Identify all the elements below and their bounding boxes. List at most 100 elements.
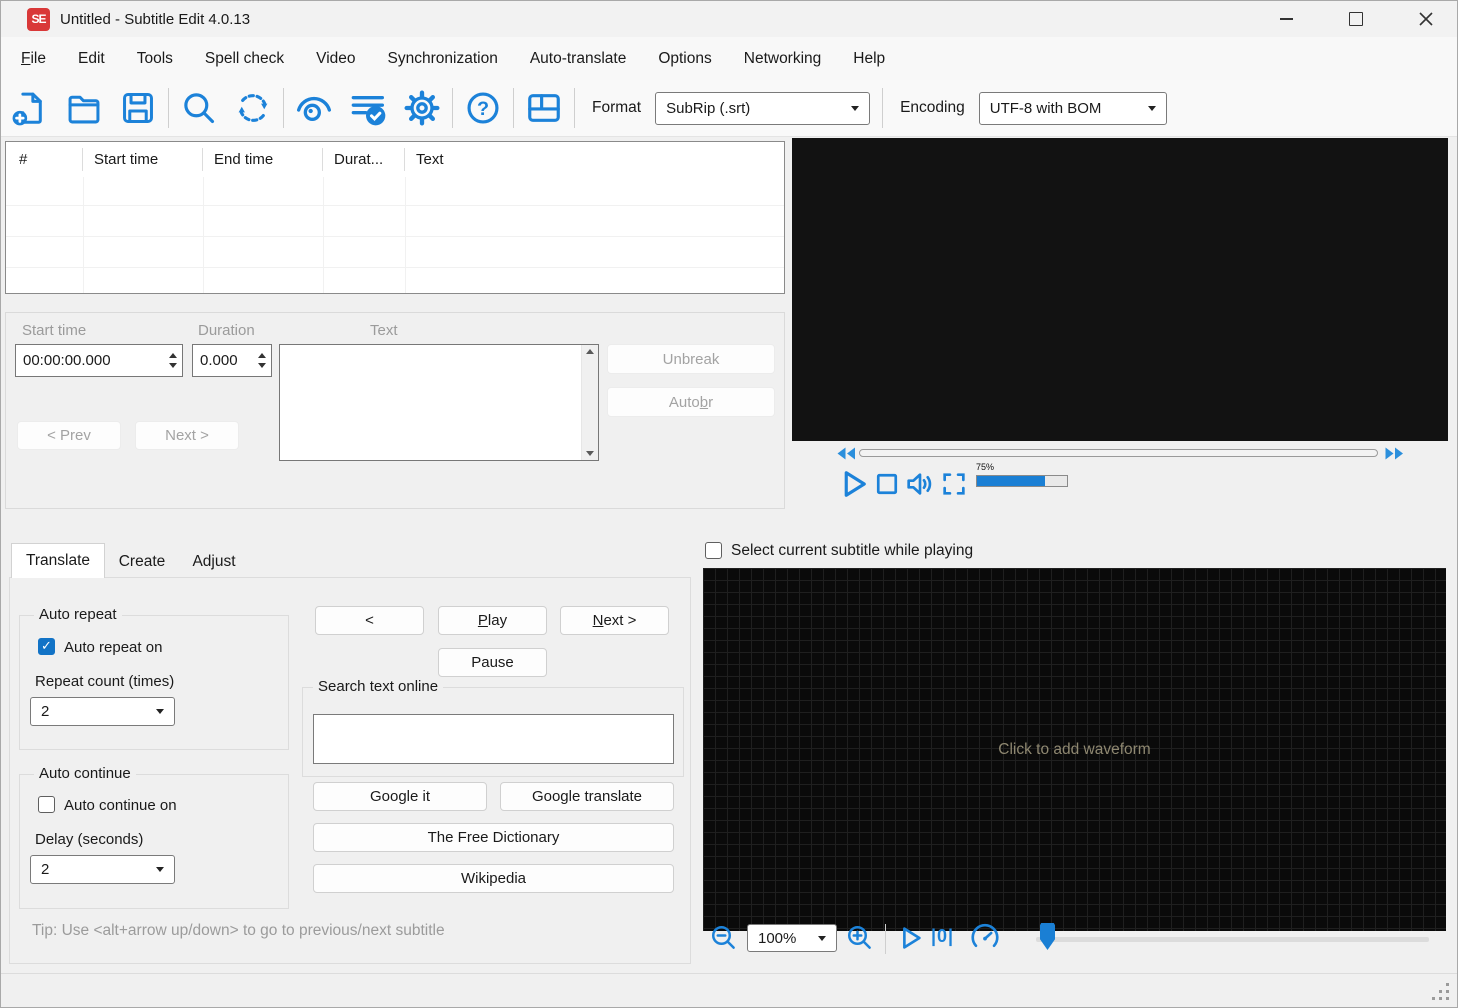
toolbar-separator	[283, 88, 284, 128]
tip-text: Tip: Use <alt+arrow up/down> to go to pr…	[32, 922, 445, 940]
menu-item[interactable]: Tools	[121, 50, 189, 68]
help-button[interactable]: ?	[456, 84, 510, 132]
waveform-zoom-in-button[interactable]	[845, 923, 875, 953]
encoding-select[interactable]: UTF-8 with BOM	[979, 92, 1167, 125]
close-button[interactable]	[1403, 1, 1449, 37]
menu-item[interactable]: Auto-translate	[514, 50, 643, 68]
column-header[interactable]: Durat...	[323, 142, 405, 177]
seek-back-icon[interactable]	[837, 447, 856, 460]
start-time-label: Start time	[22, 322, 86, 339]
spin-down-icon	[169, 363, 177, 368]
duration-spin-buttons[interactable]	[253, 345, 271, 376]
mute-button[interactable]	[904, 468, 936, 500]
play-video-button[interactable]	[835, 466, 871, 502]
toolbar-separator	[452, 88, 453, 128]
waveform-center-button[interactable]: |0|	[931, 926, 954, 947]
pause-button[interactable]: Pause	[438, 648, 547, 677]
resize-grip[interactable]	[1446, 997, 1449, 1000]
unbreak-button[interactable]: Unbreak	[607, 344, 775, 374]
text-scrollbar[interactable]	[581, 345, 598, 460]
waveform-display[interactable]: Click to add waveform	[703, 568, 1446, 931]
subtitle-list-header: #Start timeEnd timeDurat...Text	[6, 142, 784, 177]
encoding-value: UTF-8 with BOM	[990, 100, 1102, 117]
search-online-legend: Search text online	[313, 678, 443, 695]
open-file-button[interactable]	[57, 84, 111, 132]
visual-sync-icon	[294, 88, 334, 128]
next-subtitle-button[interactable]: Next >	[135, 421, 239, 450]
close-icon	[1418, 11, 1434, 27]
menu-item[interactable]: Options	[642, 50, 727, 68]
format-select[interactable]: SubRip (.srt)	[655, 92, 870, 125]
replace-button[interactable]	[226, 84, 280, 132]
scroll-down-icon	[586, 451, 594, 456]
new-file-button[interactable]	[3, 84, 57, 132]
prev-subtitle-button[interactable]: < Prev	[17, 421, 121, 450]
search-text-input[interactable]	[313, 714, 674, 764]
title-bar: SE Untitled - Subtitle Edit 4.0.13	[1, 1, 1457, 37]
start-time-spin-buttons[interactable]	[164, 345, 182, 376]
menu-item[interactable]: File	[5, 50, 62, 68]
duration-spinner[interactable]: 0.000	[192, 344, 272, 377]
waveform-placeholder: Click to add waveform	[998, 741, 1150, 759]
menu-item[interactable]: Video	[300, 50, 371, 68]
duration-label: Duration	[198, 322, 255, 339]
menu-item[interactable]: Help	[837, 50, 901, 68]
menu-item[interactable]: Spell check	[189, 50, 300, 68]
tab-adjust[interactable]: Adjust	[179, 547, 249, 577]
waveform-zoom-select[interactable]: 100%	[747, 924, 837, 952]
seek-forward-icon[interactable]	[1385, 447, 1404, 460]
waveform-position-thumb[interactable]	[1040, 923, 1055, 950]
layout-button[interactable]	[517, 84, 571, 132]
column-header[interactable]: Text	[405, 142, 784, 177]
settings-button[interactable]	[395, 84, 449, 132]
column-header[interactable]: End time	[203, 142, 323, 177]
wikipedia-button[interactable]: Wikipedia	[313, 864, 674, 893]
subtitle-list[interactable]: #Start timeEnd timeDurat...Text	[5, 141, 785, 294]
back-button[interactable]: <	[315, 606, 424, 635]
playback-speed-button[interactable]	[969, 922, 1001, 954]
chevron-down-icon	[156, 867, 164, 872]
subtitle-text-input[interactable]	[279, 344, 599, 461]
auto-br-button[interactable]: Auto br	[607, 387, 775, 417]
menu-item[interactable]: Synchronization	[372, 50, 514, 68]
visual-sync-button[interactable]	[287, 84, 341, 132]
spell-check-button[interactable]	[341, 84, 395, 132]
menu-item[interactable]: Edit	[62, 50, 121, 68]
google-translate-button[interactable]: Google translate	[500, 782, 674, 811]
encoding-label: Encoding	[900, 99, 965, 117]
column-header[interactable]: Start time	[83, 142, 203, 177]
new-file-icon	[11, 89, 49, 127]
waveform-zoom-out-button[interactable]	[709, 923, 739, 953]
select-current-subtitle-checkbox[interactable]	[705, 542, 722, 559]
waveform-play-button[interactable]	[895, 923, 925, 953]
google-it-button[interactable]: Google it	[313, 782, 487, 811]
minimize-button[interactable]	[1263, 1, 1309, 37]
auto-continue-checkbox[interactable]	[38, 796, 55, 813]
grid-line	[6, 267, 784, 268]
menu-item[interactable]: Networking	[728, 50, 838, 68]
next-button[interactable]: Next >	[560, 606, 669, 635]
toolbar: ? Format SubRip (.srt) Encoding UTF-8 wi…	[1, 80, 1457, 137]
video-seek-bar[interactable]	[859, 449, 1378, 457]
tab-create[interactable]: Create	[105, 547, 179, 577]
delay-select[interactable]: 2	[30, 855, 175, 884]
fullscreen-button[interactable]	[940, 470, 968, 498]
grid-line	[405, 177, 406, 293]
tab-translate[interactable]: Translate	[11, 543, 105, 578]
column-header[interactable]: #	[6, 142, 83, 177]
spin-up-icon	[258, 353, 266, 358]
play-button[interactable]: Play	[438, 606, 547, 635]
grid-line	[83, 177, 84, 293]
find-button[interactable]	[172, 84, 226, 132]
auto-repeat-checkbox[interactable]	[38, 638, 55, 655]
spin-up-icon	[169, 353, 177, 358]
volume-slider[interactable]	[976, 475, 1068, 487]
repeat-count-select[interactable]: 2	[30, 697, 175, 726]
start-time-spinner[interactable]: 00:00:00.000	[15, 344, 183, 377]
save-file-button[interactable]	[111, 84, 165, 132]
free-dictionary-button[interactable]: The Free Dictionary	[313, 823, 674, 852]
video-display[interactable]	[792, 138, 1448, 441]
waveform-position-slider[interactable]	[1036, 937, 1429, 942]
maximize-button[interactable]	[1333, 1, 1379, 37]
stop-video-button[interactable]	[873, 470, 901, 498]
